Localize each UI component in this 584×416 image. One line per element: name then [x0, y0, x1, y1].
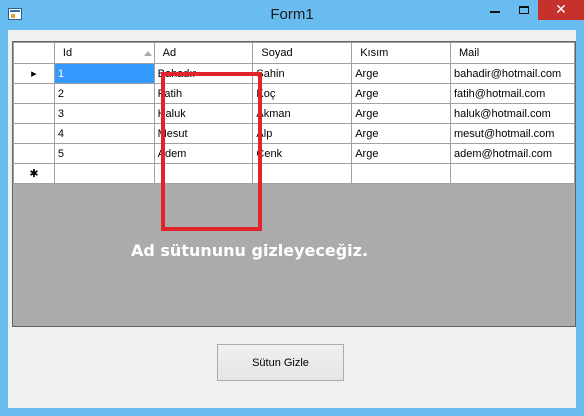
form-client-area: Id Ad Soyad Kısım Mail ▸ 1 Bahadır Şahin…: [8, 30, 576, 408]
row-header-current[interactable]: ▸: [13, 63, 55, 84]
cell-ad[interactable]: Bahadır: [153, 63, 254, 84]
row-header[interactable]: [13, 103, 55, 124]
top-left-header-cell[interactable]: [13, 42, 55, 64]
cell-soyad[interactable]: Cenk: [252, 143, 353, 164]
title-bar[interactable]: Form1 ✕: [0, 0, 584, 30]
cell-soyad[interactable]: Alp: [252, 123, 353, 144]
minimize-icon: [490, 11, 500, 13]
form-window: Form1 ✕ Id Ad Soyad Kısım Mail ▸ 1 Bahad…: [0, 0, 584, 416]
table-row[interactable]: 2 Fatih Koç Arge fatih@hotmail.com: [13, 83, 575, 104]
column-header-ad[interactable]: Ad: [153, 42, 254, 64]
column-header-mail[interactable]: Mail: [450, 42, 575, 64]
cell-ad[interactable]: Fatih: [153, 83, 254, 104]
new-cell-id[interactable]: [53, 163, 155, 184]
cell-ad[interactable]: Haluk: [153, 103, 254, 124]
annotation-caption: Ad sütununu gizleyeceğiz.: [131, 241, 369, 260]
hide-column-button[interactable]: Sütun Gizle: [217, 344, 344, 381]
close-icon: ✕: [555, 2, 567, 18]
cell-id[interactable]: 4: [53, 123, 155, 144]
cell-id[interactable]: 3: [53, 103, 155, 124]
cell-kisim[interactable]: Arge: [351, 143, 451, 164]
grid-table: Id Ad Soyad Kısım Mail ▸ 1 Bahadır Şahin…: [13, 42, 575, 184]
maximize-button[interactable]: [510, 0, 538, 20]
column-header-id[interactable]: Id: [53, 42, 155, 64]
row-header[interactable]: [13, 143, 55, 164]
table-row[interactable]: 3 Haluk Akman Arge haluk@hotmail.com: [13, 103, 575, 124]
new-row-asterisk-icon: ✱: [29, 168, 39, 180]
cell-ad[interactable]: Mesut: [153, 123, 254, 144]
cell-soyad[interactable]: Koç: [252, 83, 353, 104]
column-header-row: Id Ad Soyad Kısım Mail: [13, 42, 575, 64]
cell-mail[interactable]: adem@hotmail.com: [450, 143, 575, 164]
new-row[interactable]: ✱: [13, 163, 575, 184]
cell-soyad[interactable]: Şahin: [252, 63, 353, 84]
cell-kisim[interactable]: Arge: [351, 83, 451, 104]
new-cell-kisim[interactable]: [351, 163, 451, 184]
row-header[interactable]: [13, 83, 55, 104]
cell-ad[interactable]: Adem: [153, 143, 254, 164]
cell-mail[interactable]: haluk@hotmail.com: [450, 103, 575, 124]
cell-mail[interactable]: mesut@hotmail.com: [450, 123, 575, 144]
row-header[interactable]: [13, 123, 55, 144]
table-row[interactable]: 5 Adem Cenk Arge adem@hotmail.com: [13, 143, 575, 164]
cell-kisim[interactable]: Arge: [351, 123, 451, 144]
cell-mail[interactable]: bahadir@hotmail.com: [450, 63, 575, 84]
new-cell-ad[interactable]: [153, 163, 254, 184]
new-cell-soyad[interactable]: [252, 163, 353, 184]
column-header-soyad[interactable]: Soyad: [252, 42, 353, 64]
cell-id[interactable]: 2: [53, 83, 155, 104]
table-row[interactable]: ▸ 1 Bahadır Şahin Arge bahadir@hotmail.c…: [13, 63, 575, 84]
cell-kisim[interactable]: Arge: [351, 63, 451, 84]
new-row-header[interactable]: ✱: [13, 163, 55, 184]
column-header-kisim[interactable]: Kısım: [351, 42, 451, 64]
cell-id[interactable]: 5: [53, 143, 155, 164]
cell-kisim[interactable]: Arge: [351, 103, 451, 124]
minimize-button[interactable]: [481, 0, 509, 20]
new-cell-mail[interactable]: [450, 163, 575, 184]
current-row-icon: ▸: [31, 68, 37, 80]
cell-mail[interactable]: fatih@hotmail.com: [450, 83, 575, 104]
sort-up-icon: [144, 51, 152, 56]
cell-soyad[interactable]: Akman: [252, 103, 353, 124]
data-grid-view[interactable]: Id Ad Soyad Kısım Mail ▸ 1 Bahadır Şahin…: [12, 41, 576, 327]
maximize-icon: [519, 6, 529, 14]
cell-id[interactable]: 1: [53, 63, 155, 84]
close-button[interactable]: ✕: [538, 0, 584, 20]
table-row[interactable]: 4 Mesut Alp Arge mesut@hotmail.com: [13, 123, 575, 144]
